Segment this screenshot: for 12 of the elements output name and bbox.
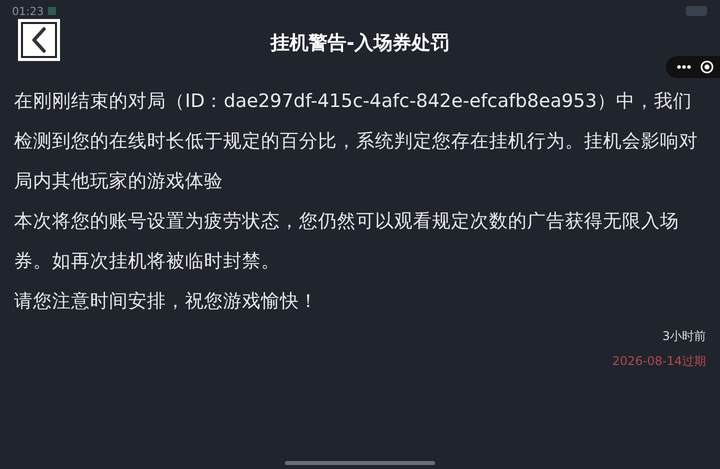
timestamp: 3小时前 [662, 328, 706, 345]
status-time: 01:23 [12, 4, 44, 18]
battery-icon [686, 6, 708, 16]
message-paragraph: 本次将您的账号设置为疲劳状态，您仍然可以观看规定次数的广告获得无限入场券。如再次挂机将被临时封禁。 [14, 210, 680, 274]
message-paragraph: 在刚刚结束的对局（ID：dae297df-415c-4afc-842e-efcafb8ea953）中，我们检测到您的在线时长低于规定的百分比，系统判定您存在挂机行为。挂机会影响对局内其他玩家的游戏体验 [14, 90, 699, 194]
back-button[interactable] [18, 19, 60, 61]
message-paragraph: 请您注意时间安排，祝您游戏愉快！ [14, 290, 319, 314]
expiry-date: 2026-08-14过期 [612, 353, 706, 370]
more-icon [676, 64, 692, 70]
page-title: 挂机警告-入场券处罚 [270, 31, 450, 56]
capsule-menu[interactable] [666, 56, 720, 78]
back-icon [29, 26, 49, 54]
